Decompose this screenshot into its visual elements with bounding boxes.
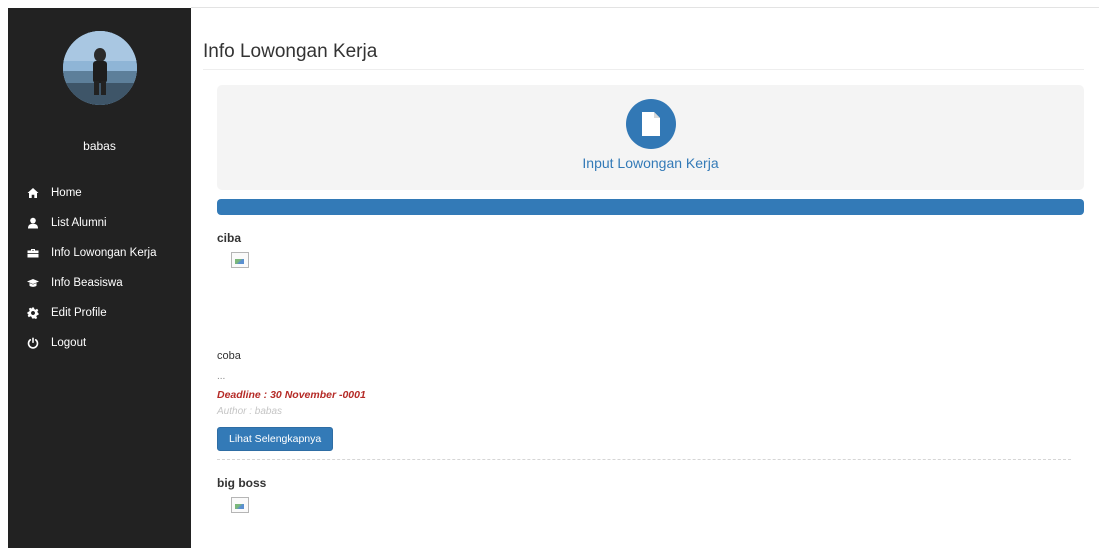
post-body: coba — [217, 350, 241, 362]
power-icon — [26, 337, 40, 349]
sidebar-item-label: Logout — [51, 337, 87, 349]
avatar[interactable] — [63, 31, 137, 105]
broken-image-icon — [231, 252, 249, 268]
input-jumbotron: Input Lowongan Kerja — [217, 85, 1084, 190]
sidebar: babas Home List Alumni Info Lowongan Ker… — [8, 8, 191, 548]
sidebar-item-label: List Alumni — [51, 217, 107, 229]
sidebar-item-info-lowongan-kerja[interactable]: Info Lowongan Kerja — [8, 238, 191, 268]
username: babas — [83, 139, 116, 153]
sidebar-nav: Home List Alumni Info Lowongan Kerja Inf… — [8, 178, 191, 358]
post-divider — [217, 459, 1071, 460]
sidebar-item-info-beasiswa[interactable]: Info Beasiswa — [8, 268, 191, 298]
gear-icon — [26, 307, 40, 319]
lihat-selengkapnya-button[interactable]: Lihat Selengkapnya — [217, 427, 334, 451]
broken-image-icon — [231, 497, 249, 513]
top-border — [191, 7, 1099, 8]
post-title[interactable]: big boss — [217, 476, 266, 490]
briefcase-icon — [26, 247, 40, 259]
post-author: Author : babas — [217, 406, 283, 417]
sidebar-item-label: Home — [51, 187, 82, 199]
page-title: Info Lowongan Kerja — [203, 41, 378, 62]
progress-bar — [217, 199, 1084, 215]
avatar-photo — [63, 31, 137, 105]
graduation-cap-icon — [26, 277, 40, 289]
user-icon — [26, 217, 40, 229]
home-icon — [26, 187, 40, 199]
post-ellipsis: ... — [217, 371, 226, 382]
document-icon[interactable] — [626, 99, 676, 149]
input-lowongan-link[interactable]: Input Lowongan Kerja — [217, 155, 1084, 171]
sidebar-item-label: Info Beasiswa — [51, 277, 123, 289]
sidebar-item-label: Edit Profile — [51, 307, 107, 319]
sidebar-item-edit-profile[interactable]: Edit Profile — [8, 298, 191, 328]
post-deadline: Deadline : 30 November -0001 — [217, 389, 366, 401]
post-title[interactable]: ciba — [217, 231, 241, 245]
sidebar-item-home[interactable]: Home — [8, 178, 191, 208]
sidebar-item-label: Info Lowongan Kerja — [51, 247, 157, 259]
sidebar-item-logout[interactable]: Logout — [8, 328, 191, 358]
sidebar-item-list-alumni[interactable]: List Alumni — [8, 208, 191, 238]
title-divider — [203, 69, 1084, 70]
